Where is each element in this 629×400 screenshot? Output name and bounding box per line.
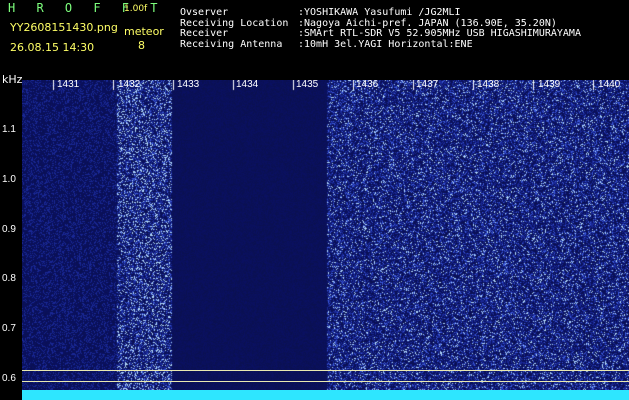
y-tick-label: 1.1	[2, 124, 16, 135]
y-axis-unit: kHz	[2, 73, 23, 86]
info-value: :YOSHIKAWA Yasufumi /JG2MLI	[298, 7, 461, 18]
info-label: Ovserver	[180, 7, 229, 18]
noise-floor-band	[22, 390, 629, 400]
y-tick-label: 0.8	[2, 273, 16, 284]
marker-line-lower	[22, 381, 629, 382]
station-info: Ovserver :YOSHIKAWA Yasufumi /JG2MLI Rece…	[180, 7, 581, 51]
y-tick-label: 1.0	[2, 174, 16, 185]
image-filename: YY2608151430.png	[10, 21, 118, 34]
app-version: 1.00f	[124, 4, 148, 14]
minute-label: 1434	[236, 80, 259, 90]
minute-label: 1439	[538, 80, 561, 90]
minute-label: 1432	[118, 80, 141, 90]
minute-label: 1438	[477, 80, 500, 90]
minute-label: 1431	[57, 80, 80, 90]
timestamp: 26.08.15 14:30	[10, 41, 95, 54]
minute-label: 1437	[416, 80, 439, 90]
minute-label: 1435	[296, 80, 319, 90]
meteor-label: meteor	[124, 25, 164, 38]
info-label: Receiver	[180, 28, 229, 39]
y-tick-label: 0.7	[2, 323, 16, 334]
waterfall-spectrogram: 1431 1432 1433 1434 1435 1436 1437 1438 …	[22, 80, 629, 400]
meteor-count: 8	[138, 39, 145, 52]
info-value: :10mH 3el.YAGI Horizontal:ENE	[298, 38, 473, 50]
info-label: Receiving Antenna	[180, 38, 283, 50]
marker-line-upper	[22, 370, 629, 371]
minute-label: 1440	[598, 80, 621, 90]
y-tick-label: 0.9	[2, 224, 16, 235]
waterfall-canvas	[22, 80, 629, 400]
minute-label: 1436	[356, 80, 379, 90]
minute-label: 1433	[177, 80, 200, 90]
y-tick-label: 0.6	[2, 373, 16, 384]
header: H R O F F T 1.00f YY2608151430.png meteo…	[0, 0, 629, 75]
info-value: :SMArt RTL-SDR V5 52.905MHz USB HIGASHIM…	[298, 28, 581, 39]
info-row-antenna: Receiving Antenna :10mH 3el.YAGI Horizont…	[180, 38, 581, 51]
info-row-receiver: Receiver :SMArt RTL-SDR V5 52.905MHz USB …	[180, 28, 581, 40]
info-row-observer: Ovserver :YOSHIKAWA Yasufumi /JG2MLI	[180, 7, 581, 19]
